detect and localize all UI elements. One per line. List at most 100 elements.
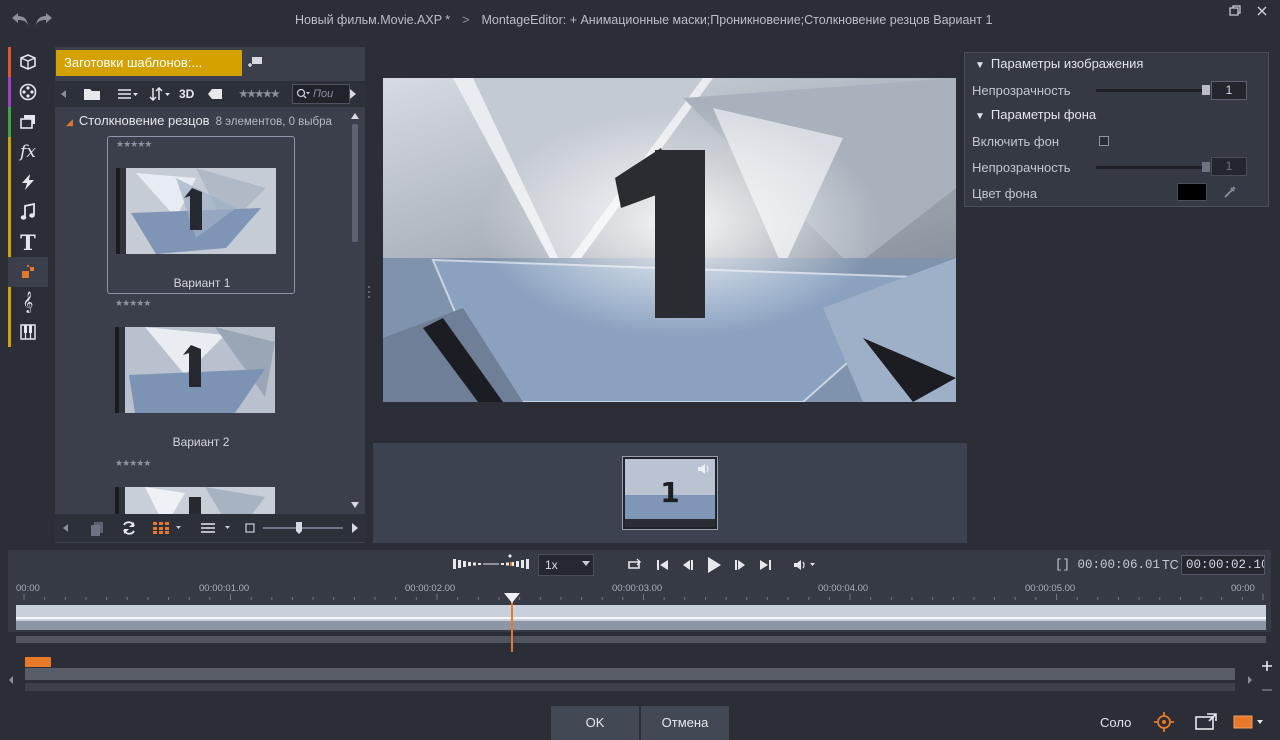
panel-splitter-handle[interactable] (366, 283, 372, 303)
zoom-in-icon[interactable] (1261, 660, 1273, 672)
film-reel-icon[interactable] (8, 77, 48, 107)
restore-window-icon[interactable] (1228, 4, 1242, 18)
nav-left-icon[interactable] (7, 675, 15, 685)
external-preview-icon[interactable] (1195, 713, 1217, 731)
track-center-line (16, 617, 1266, 619)
eyedropper-icon[interactable] (1223, 185, 1237, 199)
copy-icon[interactable] (90, 521, 104, 537)
library-scrollbar[interactable] (350, 112, 360, 512)
breadcrumb: Новый фильм.Movie.AXP * > MontageEditor: +… (295, 13, 992, 27)
rating-stars[interactable]: ★★★★★ (115, 298, 151, 309)
ok-button[interactable]: OK (551, 706, 639, 740)
image-params-section[interactable]: ▼ Параметры изображения (975, 56, 1143, 71)
speaker-icon (697, 463, 711, 475)
ruler-tick-label: 00:00:05.00 (1025, 583, 1076, 594)
opacity-slider[interactable] (1096, 85, 1210, 95)
nav-right-icon[interactable] (348, 88, 358, 100)
tab-template-presets[interactable]: Заготовки шаблонов:... (56, 50, 242, 76)
step-back-icon[interactable] (680, 558, 694, 572)
play-icon[interactable] (706, 556, 722, 574)
lightning-icon[interactable] (8, 167, 48, 197)
image-params-heading: Параметры изображения (990, 56, 1144, 71)
enable-bg-checkbox[interactable] (1099, 136, 1109, 146)
solo-toggle[interactable]: Соло (1100, 715, 1131, 730)
zoom-out-icon[interactable] (1261, 684, 1273, 696)
timeline-track[interactable] (16, 605, 1266, 630)
opacity-value-field[interactable]: 1 (1211, 81, 1247, 100)
bg-color-swatch[interactable] (1177, 183, 1207, 201)
bg-params-section[interactable]: ▼ Параметры фона (975, 107, 1096, 122)
thumbnail-size-slider[interactable] (263, 521, 345, 535)
music-note-icon[interactable] (8, 197, 48, 227)
rating-filter-stars[interactable]: ★★★★★ (239, 81, 280, 107)
list-item[interactable]: ★★★★★ Вариант 1 (107, 136, 295, 294)
clip-marker[interactable] (25, 657, 51, 667)
collapse-triangle-icon[interactable]: ◢ (66, 117, 73, 127)
treble-clef-icon[interactable]: 𝄞 (8, 287, 48, 317)
redo-icon[interactable] (34, 10, 54, 28)
folder-icon[interactable] (83, 81, 101, 107)
ruler-tick-label: 00:00:01.00 (199, 583, 250, 594)
refresh-icon[interactable] (121, 520, 137, 536)
toggle-3d-button[interactable]: 3D (179, 81, 194, 107)
folder-count: 8 элементов, 0 выбра (215, 116, 332, 128)
timeline-scrollbar[interactable] (16, 636, 1266, 643)
fx-icon[interactable]: fx (8, 137, 48, 167)
search-icon[interactable] (296, 88, 310, 100)
timecode-field[interactable]: 00:00:02.10 (1181, 555, 1265, 575)
ruler-tick-label: 00:00:02.00 (405, 583, 456, 594)
library-bottom-bar (55, 514, 365, 542)
library-box-icon[interactable] (8, 47, 48, 77)
chevron-down-icon[interactable] (582, 561, 590, 567)
go-to-start-icon[interactable] (656, 558, 670, 572)
properties-panel: ▼ Параметры изображения Непрозрачность 1 … (964, 52, 1269, 207)
go-to-end-icon[interactable] (758, 558, 772, 572)
sort-icon[interactable] (149, 81, 171, 107)
cancel-button[interactable]: Отмена (641, 706, 729, 740)
piano-icon[interactable] (8, 317, 48, 347)
editor-title: MontageEditor: + Анимационные маски;Прон… (481, 13, 993, 27)
montage-template-icon[interactable] (8, 257, 48, 287)
overview-track-lower (25, 683, 1235, 691)
bg-params-heading: Параметры фона (990, 107, 1097, 122)
list-view-menu-icon[interactable] (117, 81, 139, 107)
bg-opacity-slider[interactable] (1096, 162, 1210, 172)
volume-icon[interactable] (793, 558, 817, 572)
aspect-ratio-menu-icon[interactable] (1233, 714, 1267, 730)
nav-left-icon[interactable] (59, 81, 69, 107)
rating-stars[interactable]: ★★★★★ (115, 458, 151, 469)
loop-icon[interactable] (625, 558, 643, 572)
tag-icon[interactable] (207, 81, 223, 107)
details-view-icon[interactable] (200, 522, 232, 534)
nav-right-icon[interactable] (350, 522, 360, 534)
list-item[interactable]: ★★★★★ Вариант 2 (107, 296, 295, 454)
bg-opacity-value-field[interactable]: 1 (1211, 157, 1247, 176)
add-tab-icon[interactable] (248, 55, 264, 69)
footer-bar (0, 705, 1280, 740)
rating-stars[interactable]: ★★★★★ (116, 139, 152, 150)
nav-left-icon[interactable] (61, 523, 71, 533)
slider-knob[interactable] (1202, 162, 1210, 172)
grid-view-icon[interactable] (153, 522, 183, 534)
nav-right-icon[interactable] (1246, 675, 1254, 685)
slider-knob[interactable] (1202, 85, 1210, 95)
timeline-ruler[interactable]: 00:00 00:00:01.00 00:00:02.00 00:00:03.0… (16, 580, 1266, 600)
clip-digit: 1 (660, 476, 679, 509)
enable-bg-label: Включить фон (972, 134, 1060, 149)
target-icon[interactable] (1153, 711, 1175, 733)
overview-track[interactable] (25, 668, 1235, 680)
shuttle-jog-control[interactable] (453, 554, 531, 574)
title-text-icon[interactable]: T (8, 227, 48, 257)
video-preview (383, 78, 956, 402)
step-forward-icon[interactable] (734, 558, 748, 572)
small-thumbnail-icon[interactable] (245, 523, 255, 533)
bg-color-label: Цвет фона (972, 186, 1038, 201)
photo-stack-icon[interactable] (8, 107, 48, 137)
breadcrumb-separator: > (462, 13, 470, 27)
folder-header[interactable]: ◢ Столкновение резцов 8 элементов, 0 выбра (66, 113, 332, 128)
list-item[interactable]: ★★★★★ (107, 456, 295, 514)
expand-triangle-icon: ▼ (975, 111, 985, 122)
close-window-icon[interactable] (1255, 4, 1269, 18)
template-thumbnail (115, 487, 275, 514)
undo-icon[interactable] (10, 10, 30, 28)
